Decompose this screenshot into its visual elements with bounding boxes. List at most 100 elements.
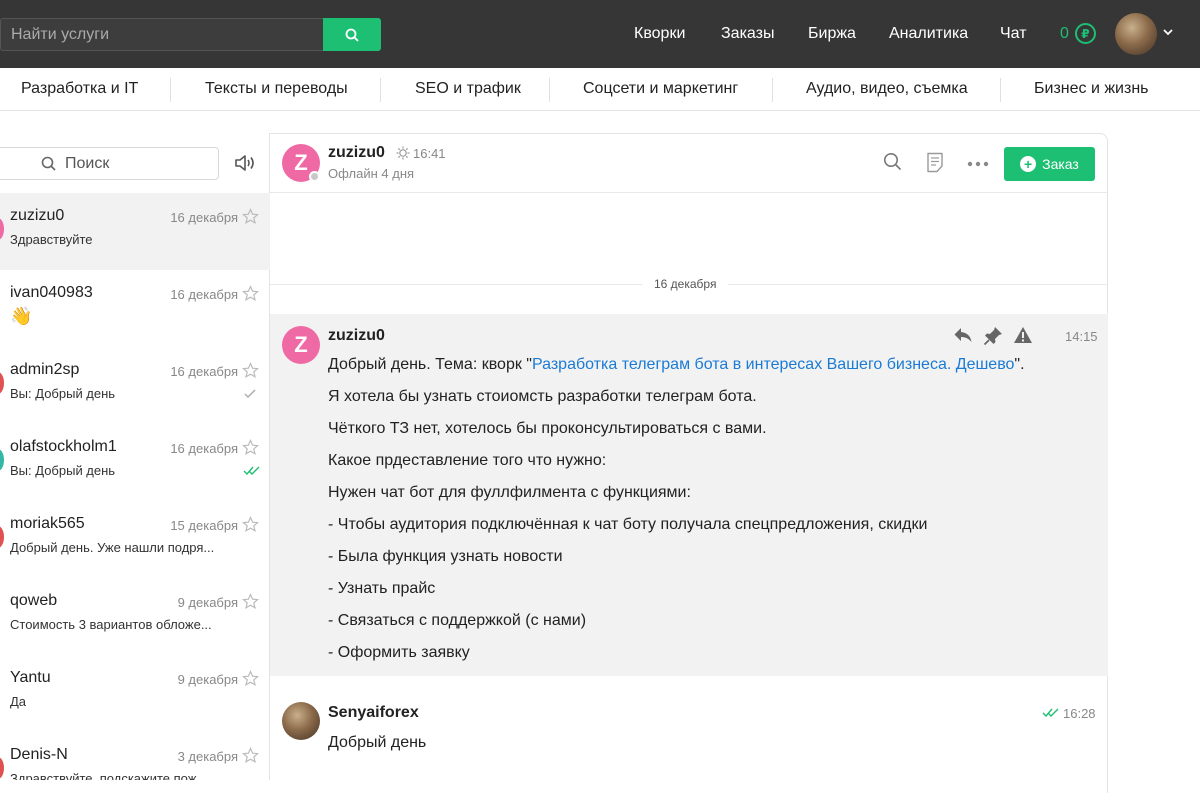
sound-icon[interactable] xyxy=(234,153,256,173)
conversation-preview: Добрый день. Уже нашли подря... xyxy=(10,540,215,555)
star-icon[interactable] xyxy=(242,208,259,225)
category-business[interactable]: Бизнес и жизнь xyxy=(1034,68,1148,111)
conversation-item[interactable]: moriak565 15 декабря Добрый день. Уже на… xyxy=(0,501,270,578)
service-search-input[interactable] xyxy=(0,18,323,51)
search-label: Поиск xyxy=(65,154,110,172)
category-development[interactable]: Разработка и IT xyxy=(21,68,138,111)
divider xyxy=(170,78,171,102)
nav-chat[interactable]: Чат xyxy=(1000,25,1027,43)
conversation-date: 16 декабря xyxy=(170,287,238,302)
message-line: - Оформить заявку xyxy=(328,644,470,661)
message-time: 14:15 xyxy=(1065,329,1098,344)
avatar xyxy=(0,218,4,240)
partner-local-time: 16:41 xyxy=(413,146,446,161)
category-audio-video[interactable]: Аудио, видео, съемка xyxy=(806,68,968,111)
service-search xyxy=(0,18,381,51)
search-icon xyxy=(41,156,56,171)
message-line: Я хотела бы узнать стоиомсть разработки … xyxy=(328,388,757,405)
conversation-name: admin2sp xyxy=(10,361,80,378)
conversation-item[interactable]: Yantu 9 декабря Да xyxy=(0,655,270,732)
star-icon[interactable] xyxy=(242,439,259,456)
conversation-list-panel: Поиск zuzizu0 16 декабря Здравствуйте iv… xyxy=(0,133,270,780)
conversation-preview: 👋 xyxy=(10,306,33,326)
reply-icon[interactable] xyxy=(953,326,973,344)
nav-exchange[interactable]: Биржа xyxy=(808,25,856,43)
chat-header: Z zuzizu0 16:41 Офлайн 4 дня + Заказ xyxy=(270,134,1108,193)
divider xyxy=(1000,78,1001,102)
offline-status-dot xyxy=(309,171,320,182)
star-icon[interactable] xyxy=(242,285,259,302)
conversation-preview: Здравствуйте xyxy=(10,232,93,247)
more-options-icon[interactable] xyxy=(967,161,989,167)
chevron-down-icon[interactable] xyxy=(1162,26,1174,38)
category-texts[interactable]: Тексты и переводы xyxy=(205,68,348,111)
conversation-search-input[interactable]: Поиск xyxy=(0,147,219,180)
ruble-icon: ₽ xyxy=(1074,23,1096,44)
conversation-name: Denis-N xyxy=(10,746,68,763)
top-navigation-bar: Кворки Заказы Биржа Аналитика Чат 0 ₽ xyxy=(0,0,1200,68)
category-bar: Разработка и IT Тексты и переводы SEO и … xyxy=(0,68,1200,111)
message-line: - Связаться с поддержкой (с нами) xyxy=(328,612,587,629)
message-text: Добрый день xyxy=(328,734,427,751)
star-icon[interactable] xyxy=(242,362,259,379)
avatar[interactable] xyxy=(282,702,320,740)
message-time: 16:28 xyxy=(1063,706,1096,721)
nav-orders[interactable]: Заказы xyxy=(721,25,774,43)
nav-analytics[interactable]: Аналитика xyxy=(889,25,968,43)
conversation-item[interactable]: Denis-N 3 декабря Здравствуйте, подскажи… xyxy=(0,732,270,780)
nav-kworks[interactable]: Кворки xyxy=(634,25,685,43)
message-line: Чёткого ТЗ нет, хотелось бы проконсульти… xyxy=(328,420,767,437)
conversation-name: ivan040983 xyxy=(10,284,93,301)
search-icon[interactable] xyxy=(883,152,902,171)
conversation-preview: Вы: Добрый день xyxy=(10,386,116,401)
message: Z zuzizu0 14:15 Добрый день. Тема: кворк… xyxy=(270,314,1108,676)
category-social[interactable]: Соцсети и маркетинг xyxy=(583,68,738,111)
star-icon[interactable] xyxy=(242,670,259,687)
divider xyxy=(380,78,381,102)
chat-panel: Z zuzizu0 16:41 Офлайн 4 дня + Заказ 16 … xyxy=(270,133,1108,793)
avatar xyxy=(0,757,4,779)
conversation-name: qoweb xyxy=(10,592,58,609)
message-line: - Чтобы аудитория подключённая к чат бот… xyxy=(328,516,928,533)
plus-icon: + xyxy=(1020,156,1037,172)
read-double-check-icon xyxy=(243,466,260,476)
notes-icon[interactable] xyxy=(926,152,944,173)
conversation-name: olafstockholm1 xyxy=(10,438,117,455)
star-icon[interactable] xyxy=(242,747,259,764)
avatar xyxy=(0,372,4,394)
user-avatar[interactable] xyxy=(1115,13,1157,55)
read-double-check-icon xyxy=(1042,708,1059,718)
conversation-item[interactable]: zuzizu0 16 декабря Здравствуйте xyxy=(0,193,270,270)
conversation-name: moriak565 xyxy=(10,515,85,532)
category-seo[interactable]: SEO и трафик xyxy=(415,68,521,111)
conversation-date: 9 декабря xyxy=(177,672,238,687)
kwork-link[interactable]: Разработка телеграм бота в интересах Ваш… xyxy=(532,356,1014,373)
chat-partner-name[interactable]: zuzizu0 xyxy=(328,144,385,162)
conversation-item[interactable]: admin2sp 16 декабря Вы: Добрый день xyxy=(0,347,270,424)
conversation-item[interactable]: ivan040983 16 декабря 👋 xyxy=(0,270,270,347)
conversation-name: zuzizu0 xyxy=(10,207,65,224)
conversation-date: 16 декабря xyxy=(170,210,238,225)
conversation-date: 3 декабря xyxy=(177,749,238,764)
avatar xyxy=(0,526,4,548)
conversation-preview: Стоимость 3 вариантов обложе... xyxy=(10,617,212,632)
message-author[interactable]: zuzizu0 xyxy=(328,327,385,345)
divider xyxy=(772,78,773,102)
report-warning-icon[interactable] xyxy=(1013,326,1033,344)
message-line: Добрый день. Тема: кворк "Разработка тел… xyxy=(328,356,1025,374)
search-button[interactable] xyxy=(323,18,381,51)
date-separator: 16 декабря xyxy=(642,277,729,291)
pin-icon[interactable] xyxy=(983,326,1003,346)
avatar[interactable]: Z xyxy=(282,326,320,364)
balance[interactable]: 0 ₽ xyxy=(1060,23,1096,44)
search-icon xyxy=(345,28,359,42)
message-author[interactable]: Senyaiforex xyxy=(328,704,419,722)
conversation-date: 15 декабря xyxy=(170,518,238,533)
conversation-item[interactable]: olafstockholm1 16 декабря Вы: Добрый ден… xyxy=(0,424,270,501)
conversation-item[interactable]: qoweb 9 декабря Стоимость 3 вариантов об… xyxy=(0,578,270,655)
conversation-name: Yantu xyxy=(10,669,51,686)
message-line: - Узнать прайс xyxy=(328,580,436,597)
order-button[interactable]: + Заказ xyxy=(1004,147,1095,181)
star-icon[interactable] xyxy=(242,593,259,610)
star-icon[interactable] xyxy=(242,516,259,533)
